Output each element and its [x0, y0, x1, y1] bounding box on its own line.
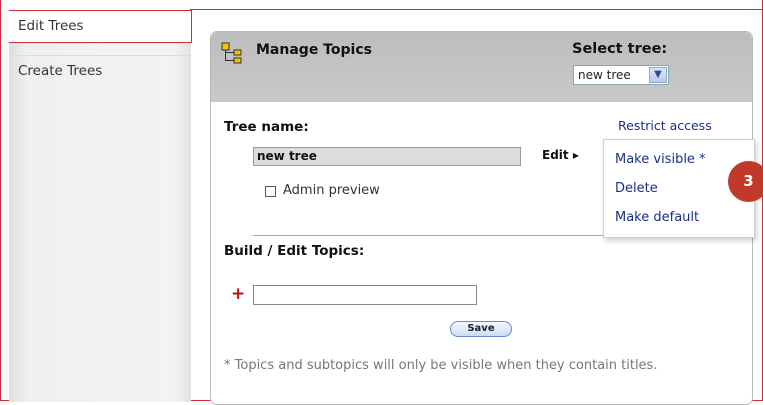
restrict-access-link[interactable]: Restrict access — [618, 118, 712, 133]
build-topics-label: Build / Edit Topics: — [224, 243, 365, 259]
select-tree-label: Select tree: — [572, 41, 668, 57]
top-border — [190, 9, 763, 10]
save-button[interactable]: Save — [450, 321, 512, 337]
tree-structure-icon — [221, 42, 242, 64]
tree-name-label: Tree name: — [224, 119, 309, 135]
edit-menu-button[interactable]: Edit ▸ — [542, 148, 579, 162]
select-tree-value: new tree — [578, 68, 631, 82]
tree-name-field[interactable]: new tree — [253, 147, 521, 166]
add-topic-button[interactable]: + — [231, 284, 245, 304]
chevron-down-icon[interactable]: ▼ — [649, 67, 667, 83]
visibility-note: * Topics and subtopics will only be visi… — [224, 358, 658, 373]
section-divider — [253, 235, 640, 236]
menu-item-delete[interactable]: Delete — [615, 181, 658, 196]
menu-item-make-default[interactable]: Make default — [615, 210, 699, 225]
sidebar-item-edit-trees[interactable]: Edit Trees — [9, 10, 192, 43]
step-badge: 3 — [728, 161, 763, 202]
admin-preview-label: Admin preview — [283, 183, 380, 198]
panel-title: Manage Topics — [256, 42, 372, 58]
menu-item-make-visible[interactable]: Make visible * — [615, 152, 706, 167]
sidebar: Edit Trees Create Trees — [9, 10, 192, 402]
select-tree-dropdown[interactable]: new tree ▼ — [573, 65, 669, 85]
sidebar-item-create-trees[interactable]: Create Trees — [9, 55, 191, 85]
topic-input[interactable] — [253, 285, 477, 305]
panel-header: Manage Topics Select tree: new tree ▼ — [211, 32, 752, 102]
admin-preview-checkbox[interactable] — [265, 186, 276, 197]
